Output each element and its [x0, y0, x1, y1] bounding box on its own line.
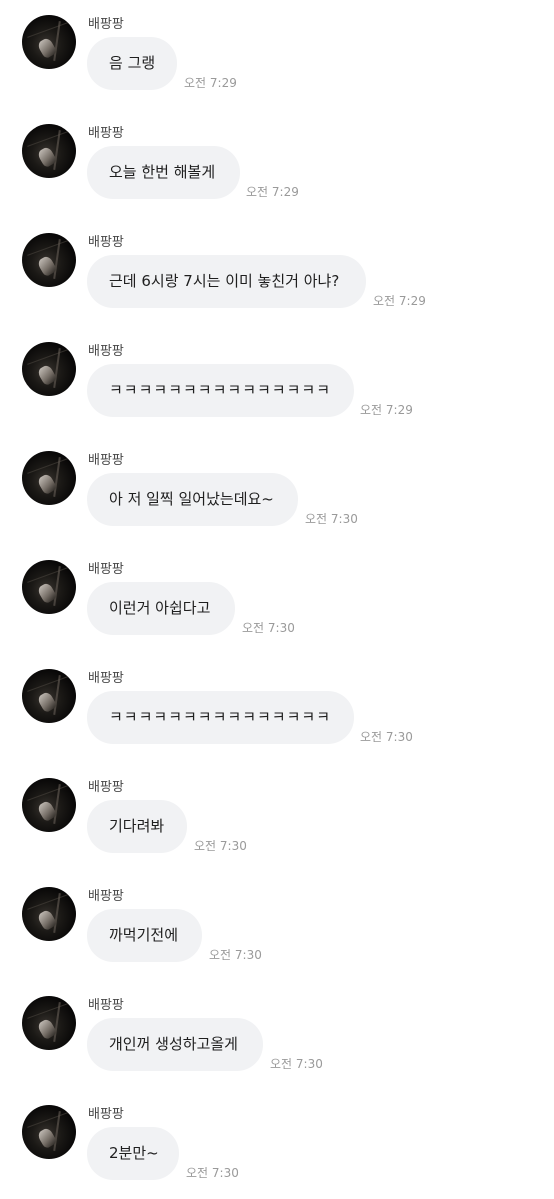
sender-name: 배팡팡 [88, 453, 124, 468]
sender-name: 배팡팡 [88, 671, 124, 686]
message-row: 배팡팡 까먹기전에 오전 7:30 [0, 872, 554, 981]
message-time: 오전 7:30 [360, 730, 413, 744]
sender-name: 배팡팡 [88, 17, 124, 32]
message-row: 배팡팡 2분만~ 오전 7:30 [0, 1090, 554, 1199]
avatar[interactable] [22, 669, 76, 723]
message-time: 오전 7:30 [209, 948, 262, 962]
message-row: 배팡팡 아 저 일찍 일어났는데요~ 오전 7:30 [0, 436, 554, 545]
message-row: 배팡팡 이런거 아쉽다고 오전 7:30 [0, 545, 554, 654]
message-row: 배팡팡 ㅋㅋㅋㅋㅋㅋㅋㅋㅋㅋㅋㅋㅋㅋㅋ 오전 7:29 [0, 327, 554, 436]
message-row: 배팡팡 음 그랭 오전 7:29 [0, 0, 554, 109]
sender-name: 배팡팡 [88, 998, 124, 1013]
message-time: 오전 7:29 [373, 294, 426, 308]
message-time: 오전 7:29 [184, 76, 237, 90]
message-bubble[interactable]: ㅋㅋㅋㅋㅋㅋㅋㅋㅋㅋㅋㅋㅋㅋㅋ [87, 691, 354, 744]
avatar[interactable] [22, 15, 76, 69]
message-bubble[interactable]: 이런거 아쉽다고 [87, 582, 235, 635]
message-bubble[interactable]: 까먹기전에 [87, 909, 202, 962]
message-time: 오전 7:30 [186, 1166, 239, 1180]
sender-name: 배팡팡 [88, 562, 124, 577]
message-time: 오전 7:30 [305, 512, 358, 526]
avatar[interactable] [22, 451, 76, 505]
message-bubble[interactable]: 아 저 일찍 일어났는데요~ [87, 473, 298, 526]
avatar[interactable] [22, 778, 76, 832]
message-time: 오전 7:30 [242, 621, 295, 635]
message-bubble[interactable]: 음 그랭 [87, 37, 177, 90]
message-row: 배팡팡 ㅋㅋㅋㅋㅋㅋㅋㅋㅋㅋㅋㅋㅋㅋㅋ 오전 7:30 [0, 654, 554, 763]
sender-name: 배팡팡 [88, 889, 124, 904]
avatar[interactable] [22, 560, 76, 614]
message-time: 오전 7:29 [246, 185, 299, 199]
message-time: 오전 7:30 [194, 839, 247, 853]
sender-name: 배팡팡 [88, 344, 124, 359]
message-time: 오전 7:29 [360, 403, 413, 417]
message-row: 배팡팡 오늘 한번 해볼게 오전 7:29 [0, 109, 554, 218]
sender-name: 배팡팡 [88, 1107, 124, 1122]
message-bubble[interactable]: ㅋㅋㅋㅋㅋㅋㅋㅋㅋㅋㅋㅋㅋㅋㅋ [87, 364, 354, 417]
message-time: 오전 7:30 [270, 1057, 323, 1071]
chat-log[interactable]: 배팡팡 음 그랭 오전 7:29 배팡팡 오늘 한번 해볼게 오전 7:29 배… [0, 0, 554, 1199]
avatar[interactable] [22, 233, 76, 287]
sender-name: 배팡팡 [88, 780, 124, 795]
message-row: 배팡팡 기다려봐 오전 7:30 [0, 763, 554, 872]
avatar[interactable] [22, 887, 76, 941]
sender-name: 배팡팡 [88, 126, 124, 141]
avatar[interactable] [22, 342, 76, 396]
message-row: 배팡팡 개인꺼 생성하고올게 오전 7:30 [0, 981, 554, 1090]
message-bubble[interactable]: 2분만~ [87, 1127, 179, 1180]
message-bubble[interactable]: 오늘 한번 해볼게 [87, 146, 240, 199]
message-bubble[interactable]: 근데 6시랑 7시는 이미 놓친거 아냐? [87, 255, 366, 308]
avatar[interactable] [22, 1105, 76, 1159]
message-bubble[interactable]: 기다려봐 [87, 800, 187, 853]
sender-name: 배팡팡 [88, 235, 124, 250]
message-bubble[interactable]: 개인꺼 생성하고올게 [87, 1018, 263, 1071]
avatar[interactable] [22, 124, 76, 178]
message-row: 배팡팡 근데 6시랑 7시는 이미 놓친거 아냐? 오전 7:29 [0, 218, 554, 327]
avatar[interactable] [22, 996, 76, 1050]
